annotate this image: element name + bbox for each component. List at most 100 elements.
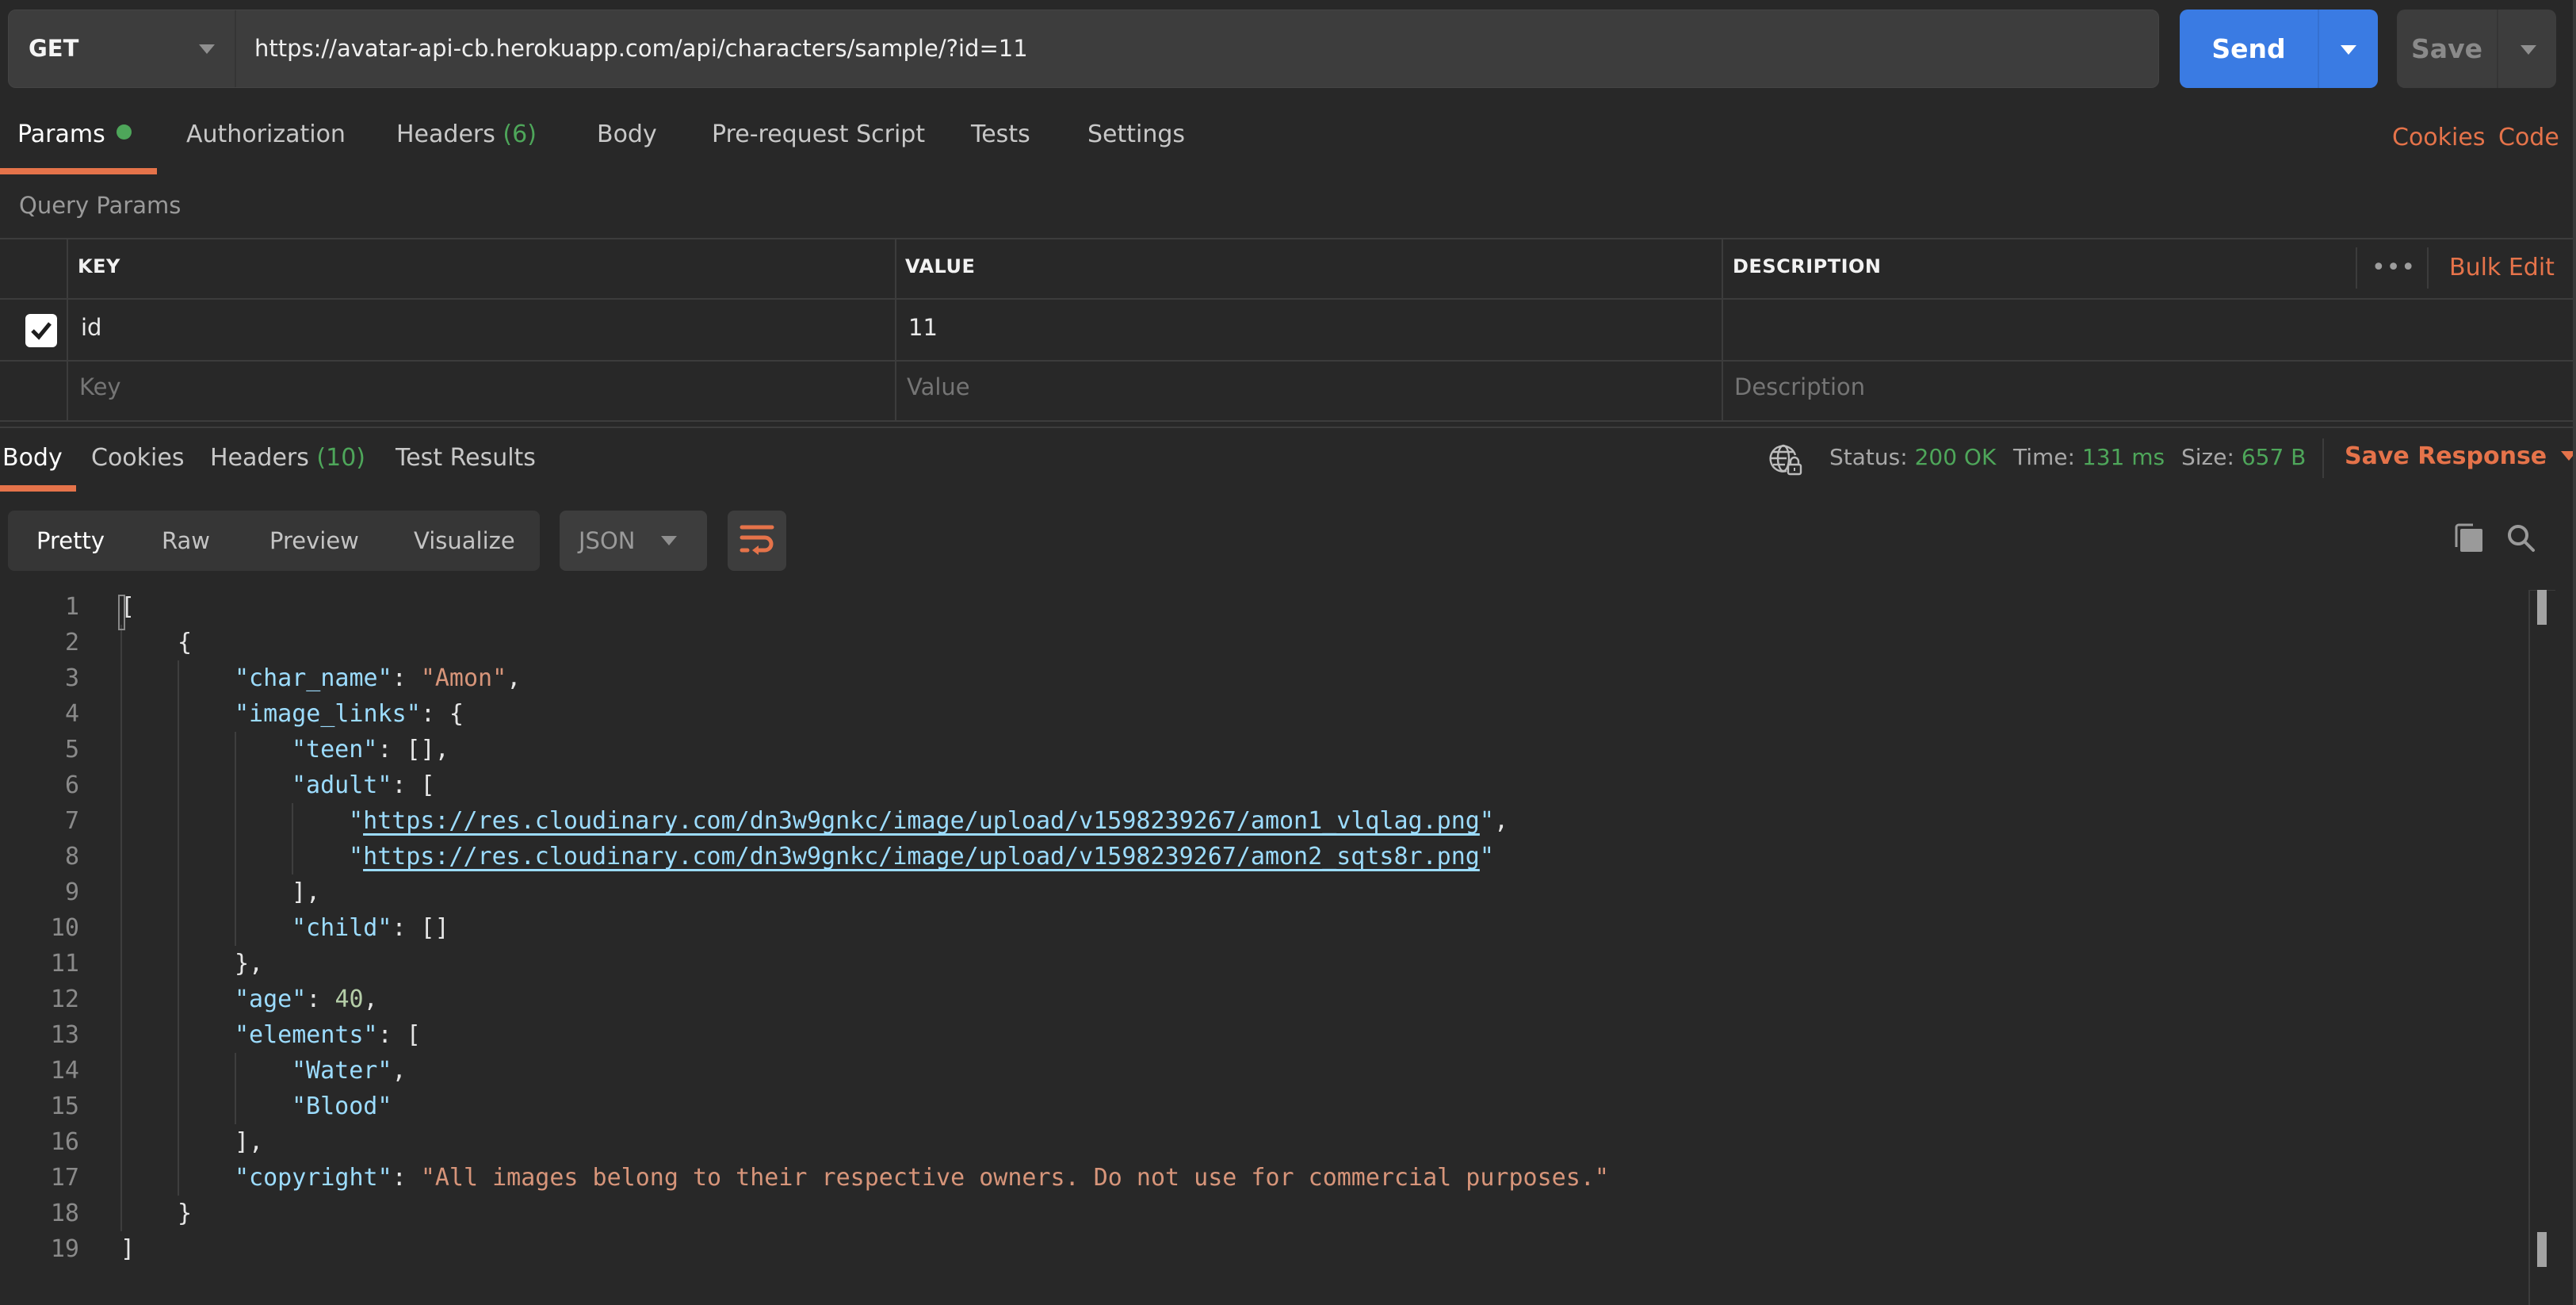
json-punctuation: : bbox=[306, 985, 335, 1013]
param-value[interactable]: 11 bbox=[908, 314, 938, 341]
wrap-lines-button[interactable] bbox=[728, 511, 786, 571]
status-value: 200 OK bbox=[1914, 444, 1997, 470]
indent-guide bbox=[292, 803, 293, 839]
line-number: 16 bbox=[50, 1128, 79, 1156]
table-border bbox=[0, 238, 2576, 239]
divider bbox=[2497, 10, 2498, 88]
method-dropdown[interactable]: GET bbox=[9, 10, 236, 87]
send-button[interactable]: Send bbox=[2180, 10, 2318, 88]
size-label: Size: bbox=[2181, 444, 2234, 470]
response-tab-headers[interactable]: Headers (10) bbox=[210, 444, 365, 472]
bracket-highlight bbox=[118, 595, 125, 630]
param-description[interactable] bbox=[1736, 314, 2449, 346]
wrap-lines-icon bbox=[740, 525, 774, 555]
save-options-chevron-icon[interactable] bbox=[2521, 45, 2536, 55]
json-punctuation: }, bbox=[235, 950, 264, 978]
response-tab-test-results[interactable]: Test Results bbox=[396, 444, 536, 472]
tab-label: Headers bbox=[396, 121, 495, 148]
indent-guide bbox=[120, 660, 122, 696]
line-number: 18 bbox=[50, 1200, 79, 1227]
table-border bbox=[0, 420, 2576, 422]
json-key: " bbox=[1479, 807, 1494, 835]
code-link[interactable]: Code bbox=[2498, 124, 2559, 151]
indent-guide bbox=[178, 696, 179, 732]
indent-guide bbox=[235, 1089, 236, 1124]
line-number: 10 bbox=[50, 914, 79, 942]
view-preview[interactable]: Preview bbox=[269, 511, 359, 571]
code-line: 12 "age": 40, bbox=[0, 982, 2521, 1017]
column-header-key: KEY bbox=[78, 255, 120, 277]
column-header-description: DESCRIPTION bbox=[1733, 255, 1882, 277]
cookies-link[interactable]: Cookies bbox=[2392, 124, 2485, 151]
line-number: 13 bbox=[50, 1021, 79, 1049]
json-punctuation: ], bbox=[292, 878, 321, 906]
line-number: 17 bbox=[50, 1164, 79, 1192]
code-line: 14 "Water", bbox=[0, 1053, 2521, 1089]
json-punctuation: ], bbox=[235, 1128, 264, 1156]
query-params-title: Query Params bbox=[19, 192, 182, 219]
view-visualize[interactable]: Visualize bbox=[414, 511, 515, 571]
column-divider bbox=[1722, 238, 1723, 422]
copy-icon[interactable] bbox=[2454, 523, 2484, 553]
scrollbar-thumb[interactable] bbox=[2537, 590, 2547, 625]
format-dropdown[interactable]: JSON bbox=[560, 511, 707, 571]
json-punctuation: : bbox=[392, 1164, 421, 1192]
line-number: 12 bbox=[50, 985, 79, 1013]
response-tab-body[interactable]: Body bbox=[2, 444, 63, 472]
window-edge-scrollbar[interactable] bbox=[2573, 0, 2576, 1305]
new-value-input[interactable] bbox=[907, 373, 1699, 400]
more-options-icon[interactable]: ••• bbox=[2372, 254, 2416, 281]
tab-params[interactable]: Params bbox=[17, 121, 132, 148]
url-link[interactable]: https://res.cloudinary.com/dn3w9gnkc/ima… bbox=[363, 843, 1480, 871]
view-pretty[interactable]: Pretty bbox=[36, 511, 105, 571]
active-params-dot-icon bbox=[116, 124, 132, 140]
save-button[interactable]: Save bbox=[2397, 10, 2497, 88]
save-response-button[interactable]: Save Response bbox=[2345, 442, 2576, 470]
indent-guide bbox=[120, 696, 122, 732]
tab-authorization[interactable]: Authorization bbox=[186, 121, 346, 148]
code-line: 16], bbox=[0, 1124, 2521, 1160]
indent-guide bbox=[178, 982, 179, 1017]
globe-lock-icon[interactable] bbox=[1769, 444, 1802, 476]
tab-pre-request-script[interactable]: Pre-request Script bbox=[712, 121, 925, 148]
headers-count: (10) bbox=[316, 444, 366, 472]
tab-tests[interactable]: Tests bbox=[971, 121, 1030, 148]
save-response-label: Save Response bbox=[2345, 442, 2547, 470]
tab-body[interactable]: Body bbox=[597, 121, 657, 148]
json-key: " bbox=[349, 807, 364, 835]
code-text: ] bbox=[120, 1231, 135, 1267]
json-key: "char_name" bbox=[235, 664, 392, 692]
save-button-group: Save bbox=[2397, 10, 2556, 88]
json-punctuation: : [ bbox=[377, 1021, 421, 1049]
indent-guide bbox=[235, 732, 236, 767]
code-text: "elements": [ bbox=[235, 1017, 421, 1053]
tab-settings[interactable]: Settings bbox=[1087, 121, 1185, 148]
code-text: } bbox=[178, 1196, 192, 1231]
json-punctuation: , bbox=[1493, 807, 1508, 835]
new-description-input[interactable] bbox=[1734, 373, 2527, 400]
indent-guide bbox=[120, 732, 122, 767]
response-tab-cookies[interactable]: Cookies bbox=[91, 444, 184, 472]
request-bar: GET bbox=[8, 10, 2159, 88]
indent-guide bbox=[120, 1196, 122, 1231]
indent-guide bbox=[235, 910, 236, 946]
url-input[interactable] bbox=[254, 10, 2141, 87]
url-link[interactable]: https://res.cloudinary.com/dn3w9gnkc/ima… bbox=[363, 807, 1480, 835]
indent-guide bbox=[178, 732, 179, 767]
json-punctuation: ] bbox=[120, 1235, 136, 1263]
response-body-editor[interactable]: 1[2{3 "char_name": "Amon", 4 "image_links":… bbox=[0, 587, 2521, 1300]
bulk-edit-button[interactable]: Bulk Edit bbox=[2449, 254, 2555, 281]
tab-headers[interactable]: Headers (6) bbox=[396, 121, 537, 148]
send-options-chevron-icon[interactable] bbox=[2341, 45, 2356, 55]
code-text: "Blood" bbox=[292, 1089, 392, 1124]
param-key[interactable]: id bbox=[81, 314, 101, 341]
table-border bbox=[0, 360, 2576, 362]
search-icon[interactable] bbox=[2506, 523, 2536, 553]
new-key-input[interactable] bbox=[79, 373, 872, 400]
line-number: 7 bbox=[64, 807, 79, 835]
column-divider bbox=[895, 238, 896, 422]
json-key: " bbox=[1479, 843, 1494, 871]
param-enabled-checkbox[interactable] bbox=[25, 314, 57, 347]
json-punctuation: , bbox=[506, 664, 522, 692]
view-raw[interactable]: Raw bbox=[162, 511, 210, 571]
